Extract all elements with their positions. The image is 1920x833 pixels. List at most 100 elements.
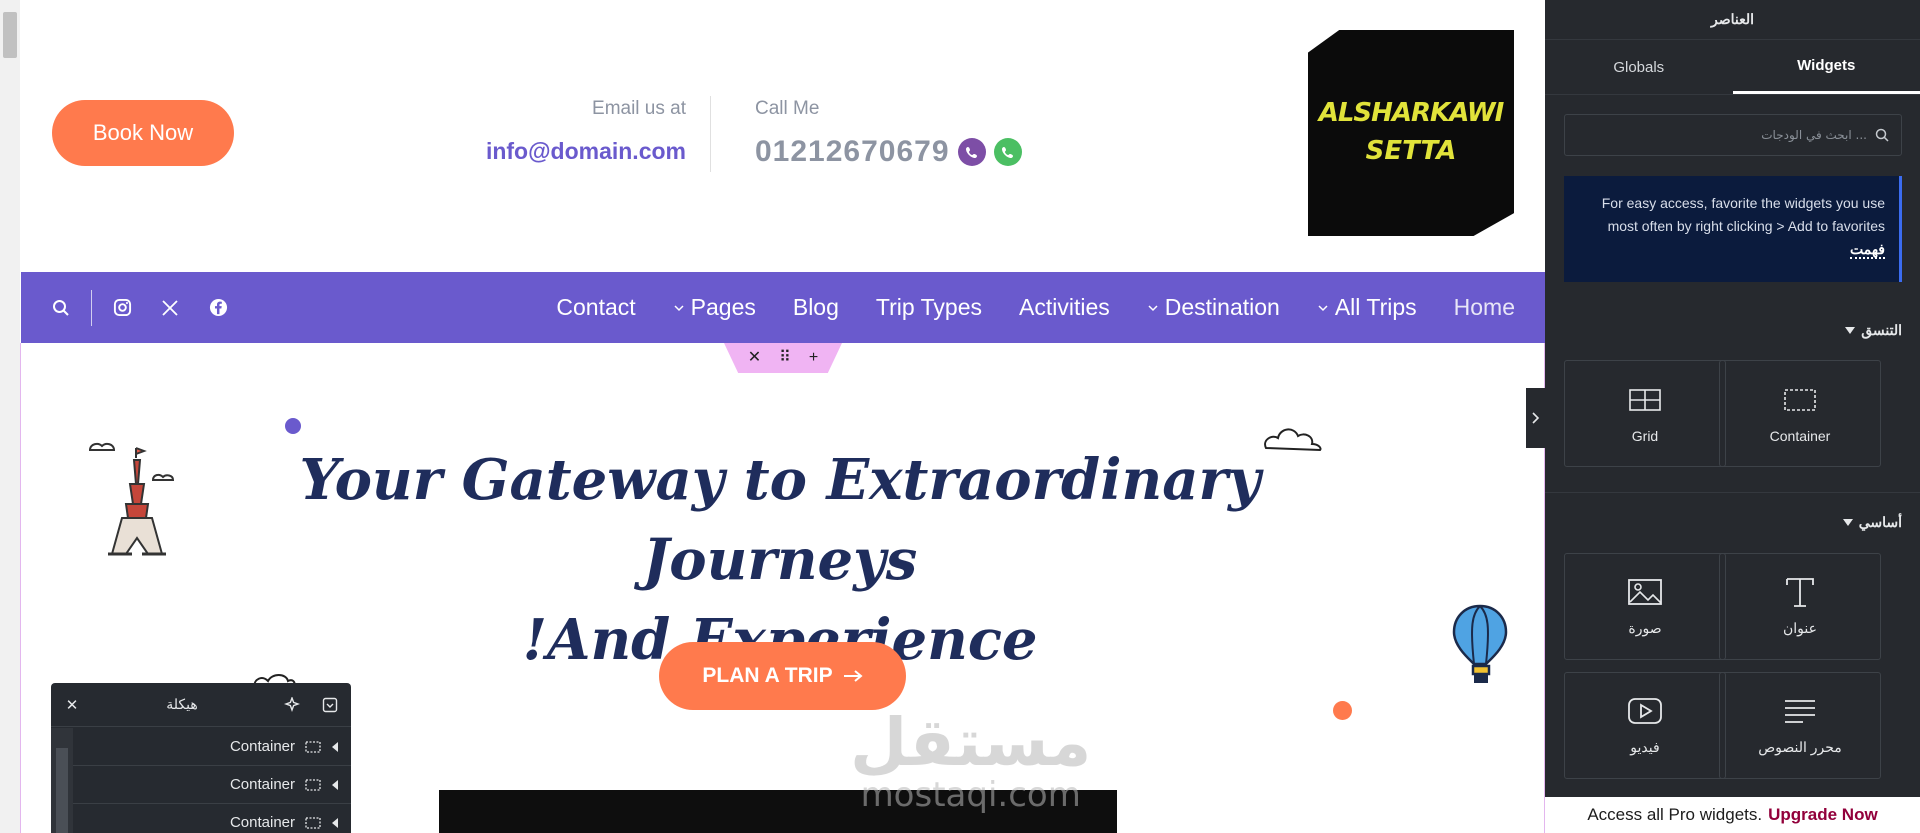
plan-trip-button[interactable]: PLAN A TRIP [659,642,906,710]
widget-search [1564,114,1902,156]
tab-widgets[interactable]: Widgets [1732,40,1920,94]
widget-heading[interactable]: عنوان [1719,553,1881,660]
drag-handle-icon[interactable]: ⠿ [779,350,791,366]
caret-left-icon[interactable] [331,817,339,829]
close-icon[interactable]: ✕ [63,696,81,714]
tab-globals[interactable]: Globals [1545,40,1733,94]
tree-row[interactable]: Container [73,804,351,833]
widget-search-input[interactable] [1587,128,1867,142]
decor-dot [285,418,301,434]
nav-label: Trip Types [875,294,983,320]
tree-row[interactable]: Container [73,766,351,804]
logo-text-line2: SETTA [1365,136,1457,166]
video-icon [1627,695,1663,727]
panel-collapse-toggle[interactable] [1526,388,1545,448]
caret-down-icon [1842,518,1853,526]
nav-item-all-trips[interactable]: All Trips [1317,294,1417,321]
phone-number[interactable]: 01212670679 [755,135,950,169]
caret-left-icon[interactable] [331,779,339,791]
scrollbar-thumb[interactable] [56,748,68,833]
email-block: Email us at info@domain.com [486,98,686,165]
upgrade-banner: Access all Pro widgets. Upgrade Now [1545,797,1920,833]
eiffel-tower-icon [88,442,175,556]
hot-air-balloon-icon [1452,604,1508,683]
nav-label: Blog [792,294,839,320]
widget-label: فيديو [1630,739,1660,755]
nav-label: Destination [1164,294,1280,320]
upgrade-text: Access all Pro widgets. [1587,805,1763,824]
collapse-all-icon[interactable] [321,696,339,714]
nav-item-pages[interactable]: Pages [673,294,756,321]
grid-icon [1627,384,1663,416]
nav-item-contact[interactable]: Contact [556,294,635,321]
container-icon [305,740,321,753]
structure-navigator: ✕ هيكلة Container Container Container [51,683,351,833]
add-icon[interactable]: + [809,350,818,366]
watermark-arabic: مستقل [850,704,1092,781]
logo-text-line1: ALSHARKAWI [1318,98,1505,128]
chevron-down-icon [674,304,684,311]
tip-dismiss-link[interactable]: فهمت [1850,241,1885,259]
nav-item-destination[interactable]: Destination [1147,294,1280,321]
social-links [110,296,230,320]
nav-tools [49,272,230,343]
category-layout-header[interactable]: التنسق [1845,322,1902,339]
call-block: Call Me 01212670679 [755,98,1022,169]
nav-item-blog[interactable]: Blog [793,294,839,321]
email-link[interactable]: info@domain.com [486,138,686,165]
widget-label: عنوان [1783,620,1817,636]
navigator-tree: Container Container Container [73,728,351,833]
image-icon [1627,576,1663,608]
nav-item-activities[interactable]: Activities [1019,294,1110,321]
category-title: التنسق [1861,322,1902,338]
nav-item-home[interactable]: Home [1454,294,1515,321]
caret-left-icon[interactable] [331,741,339,753]
call-label: Call Me [755,98,820,119]
container-icon [305,816,321,829]
heading-icon [1782,576,1818,608]
editor-canvas: Book Now Email us at info@domain.com Cal… [0,0,1545,833]
category-basic-header[interactable]: أساسي [1842,514,1902,531]
navigator-header: ✕ هيكلة [51,683,351,727]
instagram-icon[interactable] [110,296,134,320]
nav-item-trip-types[interactable]: Trip Types [876,294,982,321]
canvas-scrollbar[interactable] [0,0,20,833]
widget-label: Container [1769,427,1831,444]
scrollbar-thumb[interactable] [3,12,17,58]
section-handle[interactable]: ✕ ⠿ + [724,343,842,373]
sparkle-icon[interactable] [283,696,301,714]
nav-menu: Contact Pages Blog Trip Types Activities… [556,272,1515,343]
widget-image[interactable]: صورة [1564,553,1726,660]
navigator-actions [283,696,339,714]
nav-divider [91,289,92,326]
app-root: Book Now Email us at info@domain.com Cal… [0,0,1920,833]
widget-label: محرر النصوص [1758,739,1842,755]
plan-trip-label: PLAN A TRIP [702,664,833,687]
panel-title: العناصر [1545,0,1920,40]
widget-text-editor[interactable]: محرر النصوص [1719,672,1881,779]
facebook-icon[interactable] [206,296,230,320]
nav-label: All Trips [1334,294,1417,320]
widget-video[interactable]: فيديو [1564,672,1726,779]
widget-label: Grid [1631,427,1659,444]
viber-icon[interactable] [957,138,986,166]
search-icon[interactable] [49,296,73,320]
category-divider [1545,492,1920,493]
email-label: Email us at [592,98,686,119]
x-twitter-icon[interactable] [158,296,182,320]
book-now-button[interactable]: Book Now [52,100,234,166]
contact-divider [710,96,711,172]
widget-container[interactable]: Container [1719,360,1881,467]
navigator-scrollbar[interactable] [51,728,73,833]
tree-row[interactable]: Container [73,728,351,766]
close-icon[interactable]: ✕ [748,350,761,366]
nav-label: Home [1453,294,1515,320]
search-icon [1875,128,1889,142]
widget-grid[interactable]: Grid [1564,360,1726,467]
site-logo[interactable]: ALSHARKAWI SETTA [1306,28,1516,238]
nav-label: Contact [556,294,636,320]
whatsapp-icon[interactable] [993,138,1022,166]
nav-label: Pages [690,294,756,320]
nav-label: Activities [1019,294,1110,320]
upgrade-now-link[interactable]: Upgrade Now [1768,805,1878,825]
